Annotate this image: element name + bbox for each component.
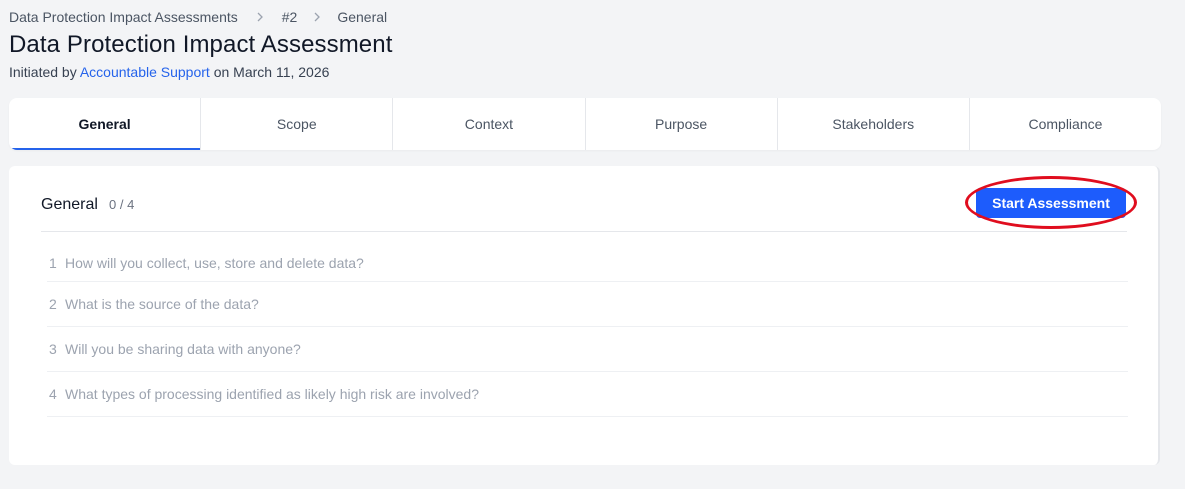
chevron-right-icon <box>297 8 337 26</box>
tab-general[interactable]: General <box>9 98 201 150</box>
initiator-link[interactable]: Accountable Support <box>80 64 210 80</box>
breadcrumb-item-assessments[interactable]: Data Protection Impact Assessments <box>9 9 238 25</box>
tab-scope[interactable]: Scope <box>200 98 392 150</box>
tab-context[interactable]: Context <box>392 98 584 150</box>
question-text: How will you collect, use, store and del… <box>65 254 364 271</box>
subtitle-prefix: Initiated by <box>9 64 80 80</box>
question-item: 4 What types of processing identified as… <box>47 372 1128 417</box>
page-title: Data Protection Impact Assessment <box>9 31 393 58</box>
question-list: 1 How will you collect, use, store and d… <box>47 244 1128 417</box>
question-number: 4 <box>49 386 57 402</box>
tab-purpose[interactable]: Purpose <box>584 98 777 150</box>
tab-compliance[interactable]: Compliance <box>968 98 1161 150</box>
subtitle-date: on March 11, 2026 <box>209 64 330 80</box>
section-progress: 0 / 4 <box>109 197 135 212</box>
question-number: 1 <box>49 254 57 271</box>
question-item: 1 How will you collect, use, store and d… <box>47 244 1128 282</box>
question-item: 3 Will you be sharing data with anyone? <box>47 327 1128 372</box>
tab-stakeholders[interactable]: Stakeholders <box>776 98 969 150</box>
page: Data Protection Impact Assessments #2 Ge… <box>0 0 1185 489</box>
question-number: 3 <box>49 341 57 357</box>
chevron-right-icon <box>238 8 282 26</box>
breadcrumb-item-number[interactable]: #2 <box>282 9 298 25</box>
tab-bar: General Scope Context Purpose Stakeholde… <box>9 98 1161 150</box>
question-item: 2 What is the source of the data? <box>47 282 1128 327</box>
assessment-card: General 0 / 4 Start Assessment 1 How wil… <box>9 166 1160 465</box>
breadcrumb: Data Protection Impact Assessments #2 Ge… <box>9 8 387 26</box>
question-text: Will you be sharing data with anyone? <box>65 341 301 357</box>
page-subtitle: Initiated by Accountable Support on Marc… <box>9 64 329 80</box>
question-number: 2 <box>49 296 57 312</box>
start-assessment-button[interactable]: Start Assessment <box>976 188 1126 218</box>
question-text: What is the source of the data? <box>65 296 259 312</box>
section-title: General <box>41 196 98 213</box>
question-text: What types of processing identified as l… <box>65 386 479 402</box>
section-header: General 0 / 4 Start Assessment <box>41 176 1137 232</box>
breadcrumb-item-current: General <box>337 9 388 25</box>
